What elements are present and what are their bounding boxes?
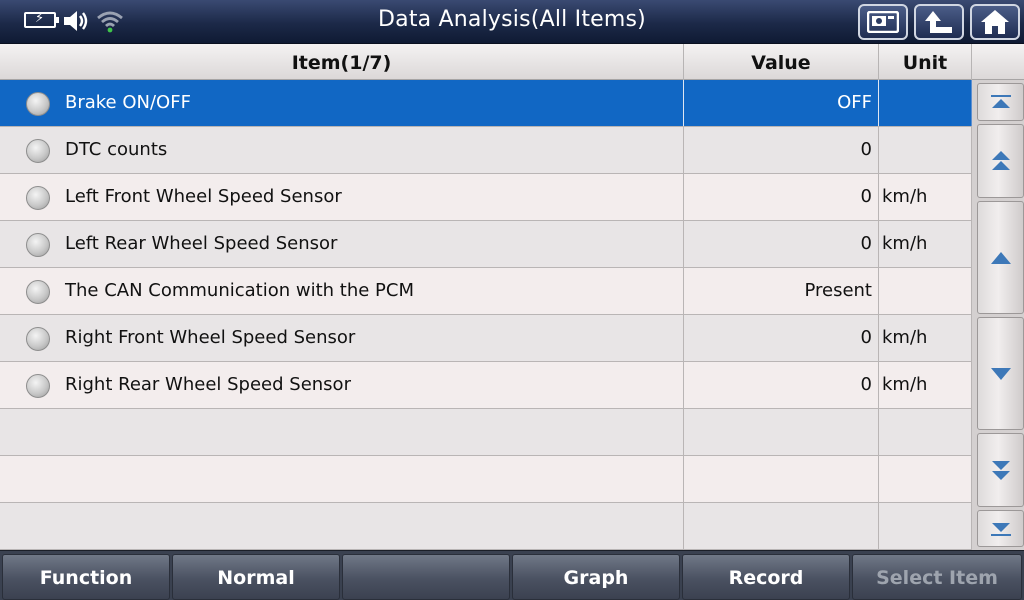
radio-bullet-icon [26,327,50,351]
unit-cell [879,409,972,455]
table-row[interactable]: Right Front Wheel Speed Sensor 0 km/h [0,315,972,362]
unit-cell [879,80,972,126]
table-row[interactable]: Left Front Wheel Speed Sensor 0 km/h [0,174,972,221]
radio-bullet-icon [26,374,50,398]
scroll-down-icon [990,367,1011,380]
column-header-item: Item(1/7) [0,44,684,80]
item-label: Right Rear Wheel Speed Sensor [65,374,351,395]
table-row[interactable]: Left Rear Wheel Speed Sensor 0 km/h [0,221,972,268]
value-cell: 0 [684,127,879,173]
empty-table-row [0,503,972,550]
data-table-body: Brake ON/OFF OFF DTC counts 0 Left Front… [0,80,972,550]
scroll-top-button[interactable] [977,83,1024,121]
home-icon [981,10,1009,34]
value-cell: 0 [684,315,879,361]
empty-table-row [0,409,972,456]
value-cell: 0 [684,221,879,267]
table-header: Item(1/7) Value Unit [0,44,1024,80]
page-down-icon [991,461,1010,480]
back-icon [925,11,952,33]
radio-bullet-icon [26,92,50,116]
value-cell: 0 [684,362,879,408]
function-button[interactable]: Function [2,554,170,600]
page-down-button[interactable] [977,433,1024,507]
home-button[interactable] [970,4,1020,40]
data-analysis-screen: ⚡ Data Analysis(All Items) Item(1/7) Val… [0,0,1024,600]
item-label: Brake ON/OFF [65,92,191,113]
item-cell [0,456,684,502]
unit-cell [879,127,972,173]
value-cell: 0 [684,174,879,220]
unit-cell [879,503,972,549]
item-cell [0,409,684,455]
unit-cell [879,268,972,314]
select-item-button[interactable]: Select Item [852,554,1022,600]
value-cell: OFF [684,80,879,126]
screenshot-button[interactable] [858,4,908,40]
item-label: The CAN Communication with the PCM [65,280,414,301]
bottom-toolbar: Function Normal Graph Record Select Item [0,550,1024,600]
screenshot-icon [867,11,899,33]
scroll-up-button[interactable] [977,201,1024,314]
back-button[interactable] [914,4,964,40]
scroll-down-button[interactable] [977,317,1024,430]
empty-button[interactable] [342,554,510,600]
column-header-scroll [972,44,1024,80]
item-cell: The CAN Communication with the PCM [0,268,684,314]
value-cell [684,503,879,549]
item-cell: Brake ON/OFF [0,80,684,126]
normal-button[interactable]: Normal [172,554,340,600]
item-label: Right Front Wheel Speed Sensor [65,327,356,348]
scroll-bottom-button[interactable] [977,510,1024,547]
scroll-bottom-icon [990,522,1011,536]
table-row[interactable]: Right Rear Wheel Speed Sensor 0 km/h [0,362,972,409]
value-cell [684,456,879,502]
page-up-button[interactable] [977,124,1024,198]
graph-button[interactable]: Graph [512,554,680,600]
table-row[interactable]: Brake ON/OFF OFF [0,80,972,127]
item-cell: Left Front Wheel Speed Sensor [0,174,684,220]
unit-cell: km/h [879,174,972,220]
radio-bullet-icon [26,139,50,163]
table-row[interactable]: DTC counts 0 [0,127,972,174]
unit-cell [879,456,972,502]
item-cell: DTC counts [0,127,684,173]
value-cell: Present [684,268,879,314]
record-button[interactable]: Record [682,554,850,600]
unit-cell: km/h [879,315,972,361]
column-header-value: Value [684,44,879,80]
value-cell [684,409,879,455]
scroll-up-icon [990,251,1011,264]
title-bar: ⚡ Data Analysis(All Items) [0,0,1024,44]
item-label: Left Rear Wheel Speed Sensor [65,233,338,254]
scroll-top-icon [990,95,1011,108]
item-label: Left Front Wheel Speed Sensor [65,186,342,207]
item-cell [0,503,684,549]
unit-cell: km/h [879,362,972,408]
item-cell: Right Front Wheel Speed Sensor [0,315,684,361]
item-label: DTC counts [65,139,168,160]
column-header-unit: Unit [879,44,972,80]
table-row[interactable]: The CAN Communication with the PCM Prese… [0,268,972,315]
empty-table-row [0,456,972,503]
item-cell: Right Rear Wheel Speed Sensor [0,362,684,408]
unit-cell: km/h [879,221,972,267]
radio-bullet-icon [26,186,50,210]
radio-bullet-icon [26,233,50,257]
radio-bullet-icon [26,280,50,304]
scroll-panel [972,80,1024,550]
page-up-icon [991,151,1010,170]
item-cell: Left Rear Wheel Speed Sensor [0,221,684,267]
